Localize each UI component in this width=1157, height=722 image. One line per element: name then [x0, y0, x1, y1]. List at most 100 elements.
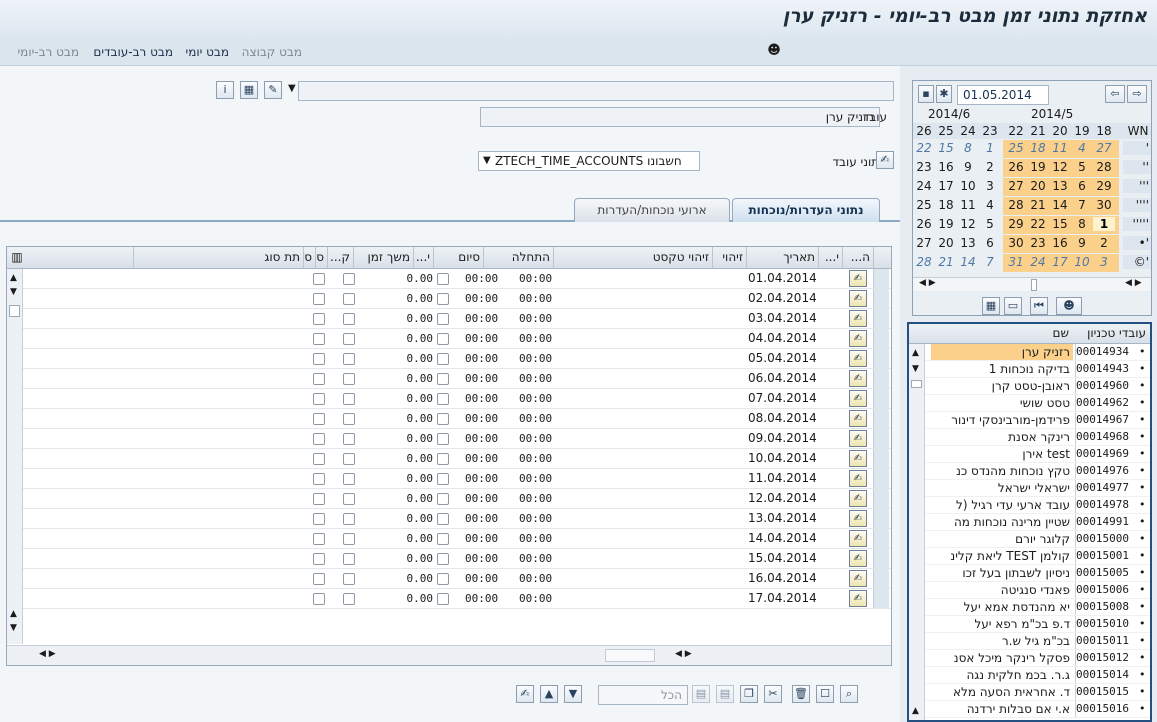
table-row[interactable]: ✍ 04.04.2014 00:00 00:00 0.00 — [7, 329, 891, 349]
row-checkbox[interactable] — [437, 493, 449, 505]
employee-row[interactable]: בדיקה נוכחות 1 00014943 • — [909, 361, 1150, 378]
calendar-day[interactable]: 6 — [1071, 179, 1093, 193]
sort-descending-icon[interactable]: ▼ — [564, 685, 582, 703]
row-checkbox[interactable] — [343, 593, 355, 605]
calendar-day[interactable]: 30 — [1005, 236, 1027, 250]
scroll-up-icon[interactable]: ▲ — [10, 273, 17, 283]
row-checkbox[interactable] — [313, 553, 325, 565]
scroll-thumb[interactable] — [9, 305, 20, 317]
sort-ascending-icon[interactable]: ▲ — [540, 685, 558, 703]
row-selector[interactable] — [873, 449, 889, 468]
employee-row[interactable]: ישראלי ישראל 00014977 • — [909, 480, 1150, 497]
row-details-icon[interactable]: ✍ — [849, 410, 867, 427]
row-details-icon[interactable]: ✍ — [849, 290, 867, 307]
calendar-day[interactable]: 27 — [1005, 179, 1027, 193]
column-layout-icon[interactable]: ▥ — [7, 247, 27, 269]
employee-row[interactable]: ראובן-טסט קרן 00014960 • — [909, 378, 1150, 395]
copy-row-icon[interactable]: ❐ — [740, 685, 758, 703]
next-arrow-icon[interactable]: ⇨ — [1127, 85, 1147, 103]
employee-row[interactable]: טסט שושי 00014962 • — [909, 395, 1150, 412]
employee-row[interactable]: רזניק ערן 00014934 • — [909, 344, 1150, 361]
row-checkbox[interactable] — [313, 533, 325, 545]
row-checkbox[interactable] — [437, 413, 449, 425]
table-row[interactable]: ✍ 12.04.2014 00:00 00:00 0.00 — [7, 489, 891, 509]
calendar-day[interactable]: 29 — [1093, 179, 1115, 193]
calendar-day[interactable]: 27 — [913, 236, 935, 250]
calendar-scroll-thumb[interactable] — [1031, 279, 1037, 291]
col-id[interactable]: זיהוי — [712, 247, 746, 269]
calendar-small-icon[interactable]: ▪ — [918, 85, 934, 103]
scroll-down-icon[interactable]: ▼ — [10, 287, 17, 297]
row-checkbox[interactable] — [343, 353, 355, 365]
calendar-day[interactable]: 10 — [1071, 255, 1093, 269]
col-subtype[interactable]: תת סוג — [133, 247, 303, 269]
row-checkbox[interactable] — [343, 293, 355, 305]
calendar-day[interactable]: 17 — [1049, 255, 1071, 269]
wand-icon[interactable]: ✎ — [264, 81, 282, 99]
employee-row[interactable]: יא מהנדסת אמא יעל 00015008 • — [909, 599, 1150, 616]
row-checkbox[interactable] — [313, 473, 325, 485]
employee-row[interactable]: פאנדי סנגיטה 00015006 • — [909, 582, 1150, 599]
calendar-day[interactable]: 8 — [1071, 217, 1093, 231]
row-checkbox[interactable] — [343, 313, 355, 325]
calendar-day[interactable]: 24 — [913, 179, 935, 193]
scroll-up-icon[interactable]: ▲ — [10, 609, 17, 619]
employee-row[interactable]: פסקל רינקר מיכל אסנ 00015012 • — [909, 650, 1150, 667]
row-checkbox[interactable] — [437, 433, 449, 445]
row-checkbox[interactable] — [313, 433, 325, 445]
table-row[interactable]: ✍ 03.04.2014 00:00 00:00 0.00 — [7, 309, 891, 329]
calendar-day[interactable]: 4 — [979, 198, 1001, 212]
calendar-day[interactable]: 28 — [1005, 198, 1027, 212]
row-checkbox[interactable] — [437, 393, 449, 405]
calendar-day[interactable]: 7 — [979, 255, 1001, 269]
row-checkbox[interactable] — [313, 453, 325, 465]
calendar-day[interactable]: 1 — [979, 141, 1001, 155]
row-checkbox[interactable] — [313, 513, 325, 525]
menu-item-group-view[interactable]: מבט קבוצה — [242, 45, 302, 59]
employee-list-scrollbar[interactable]: ▲ ▼ ▲ — [909, 344, 925, 720]
table-row[interactable]: ✍ 16.04.2014 00:00 00:00 0.00 — [7, 569, 891, 589]
calendar-day[interactable]: 29 — [1005, 217, 1027, 231]
col-id-text[interactable]: זיהוי טקסט — [553, 247, 712, 269]
calendar-day[interactable]: 21 — [1027, 198, 1049, 212]
calendar-day[interactable]: 12 — [957, 217, 979, 231]
row-checkbox[interactable] — [343, 333, 355, 345]
calendar-day[interactable]: 8 — [957, 141, 979, 155]
employee-row[interactable]: test אירן 00014969 • — [909, 446, 1150, 463]
row-selector[interactable] — [873, 429, 889, 448]
row-details-icon[interactable]: ✍ — [849, 270, 867, 287]
date-field[interactable]: 01.05.2014 — [957, 85, 1049, 105]
calendar-day[interactable]: 11 — [957, 198, 979, 212]
row-selector[interactable] — [873, 589, 889, 608]
calendar-day[interactable]: 20 — [935, 236, 957, 250]
employee-scroll-thumb[interactable] — [911, 380, 922, 388]
calendar-today-icon[interactable]: ✱ — [936, 85, 952, 103]
table-row[interactable]: ✍ 05.04.2014 00:00 00:00 0.00 — [7, 349, 891, 369]
calendar-day[interactable]: 24 — [1027, 255, 1049, 269]
col-i[interactable]: י... — [818, 247, 842, 269]
row-details-icon[interactable]: ✍ — [849, 490, 867, 507]
row-checkbox[interactable] — [313, 493, 325, 505]
calendar-day[interactable]: 27 — [1093, 141, 1115, 155]
employee-row[interactable]: קלוגר יורם 00015000 • — [909, 531, 1150, 548]
row-checkbox[interactable] — [437, 473, 449, 485]
row-checkbox[interactable] — [313, 293, 325, 305]
scroll-left-icon[interactable]: ◀ ▶ — [919, 278, 936, 288]
calendar-day[interactable]: 10 — [957, 179, 979, 193]
scroll-up-icon[interactable]: ▲ — [912, 348, 919, 358]
row-checkbox[interactable] — [343, 393, 355, 405]
filter-field[interactable]: הכל — [598, 685, 688, 705]
account-select[interactable]: ▼ ZTECH_TIME_ACCOUNTS חשבונו — [478, 151, 700, 171]
previous-arrow-icon[interactable]: ⇦ — [1105, 85, 1125, 103]
row-selector[interactable] — [873, 489, 889, 508]
row-selector[interactable] — [873, 529, 889, 548]
employee-row[interactable]: בכ"מ גיל ש.ר 00015011 • — [909, 633, 1150, 650]
col-duration[interactable]: משך זמן — [353, 247, 413, 269]
row-checkbox[interactable] — [437, 553, 449, 565]
col-s1[interactable]: ס. — [315, 247, 327, 269]
row-selector[interactable] — [873, 469, 889, 488]
hscroll-thumb[interactable] — [605, 649, 655, 662]
row-details-icon[interactable]: ✍ — [849, 390, 867, 407]
calendar-day[interactable]: 16 — [1049, 236, 1071, 250]
employee-row[interactable]: ניסיון לשבתון בעל זכו 00015005 • — [909, 565, 1150, 582]
